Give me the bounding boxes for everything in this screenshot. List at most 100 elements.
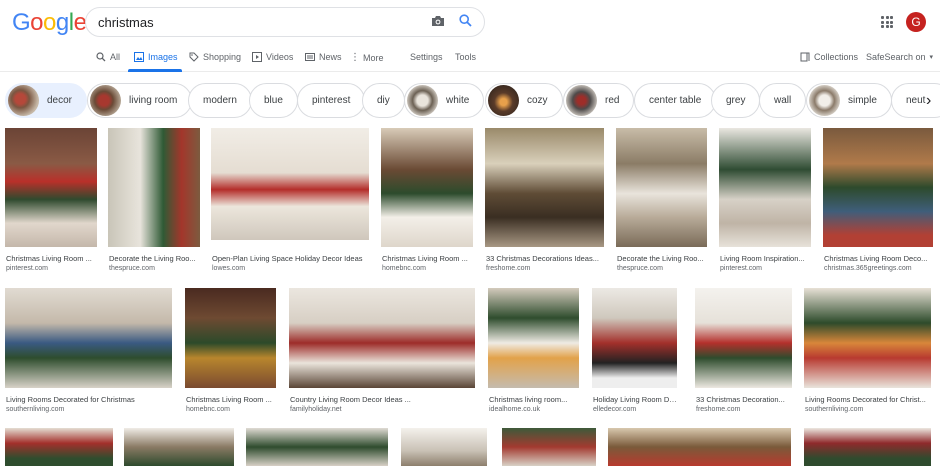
result-title[interactable]: Decorate the Living Roo... (617, 254, 708, 263)
avatar[interactable]: G (906, 12, 926, 32)
result-source[interactable]: southernliving.com (805, 406, 863, 413)
image-result[interactable]: 33 Christmas Decoration... freshome.com (695, 288, 792, 418)
result-source[interactable]: thespruce.com (109, 265, 155, 272)
image-result[interactable]: Living Rooms Decorated for Christ... sou… (804, 288, 931, 418)
result-thumbnail[interactable] (5, 128, 97, 247)
result-thumbnail[interactable] (246, 428, 388, 466)
result-thumbnail[interactable] (695, 288, 792, 388)
result-thumbnail[interactable] (124, 428, 234, 466)
image-result[interactable]: Country Living Room Decor Ideas ... fami… (289, 288, 475, 418)
result-thumbnail[interactable] (5, 428, 113, 466)
chip-wall[interactable]: wall (759, 83, 807, 118)
result-source[interactable]: pinterest.com (6, 265, 48, 272)
result-source[interactable]: christmas.365greetings.com (824, 265, 912, 272)
search-box[interactable] (85, 7, 485, 37)
result-title[interactable]: Living Room Inspiration... (720, 254, 812, 263)
result-source[interactable]: freshome.com (486, 265, 530, 272)
chip-decor[interactable]: decor (5, 83, 88, 118)
chip-cozy[interactable]: cozy (485, 83, 563, 118)
chip-blue[interactable]: blue (249, 83, 298, 118)
chip-pinterest[interactable]: pinterest (297, 83, 366, 118)
result-thumbnail[interactable] (823, 128, 933, 247)
result-source[interactable]: homebnc.com (382, 265, 426, 272)
image-result[interactable]: Decorate the Living Roo... thespruce.com (108, 128, 200, 273)
result-title[interactable]: Christmas living room... (489, 395, 580, 404)
result-thumbnail[interactable] (5, 288, 172, 388)
image-result[interactable]: Decorate the Living Roo... thespruce.com (616, 128, 707, 273)
result-thumbnail[interactable] (211, 128, 369, 240)
result-source[interactable]: idealhome.co.uk (489, 406, 540, 413)
image-result[interactable]: Christmas Living Room Deco... christmas.… (823, 128, 933, 273)
tab-label: Images (148, 52, 178, 62)
result-source[interactable]: thespruce.com (617, 265, 663, 272)
search-icon[interactable] (459, 14, 472, 32)
result-thumbnail[interactable] (804, 428, 931, 466)
result-title[interactable]: 33 Christmas Decorations Ideas... (486, 254, 605, 263)
result-source[interactable]: familyholiday.net (290, 406, 342, 413)
result-title[interactable]: Holiday Living Room De... (593, 395, 678, 404)
result-title[interactable]: Decorate the Living Roo... (109, 254, 201, 263)
image-result[interactable]: Open-Plan Living Space Holiday Decor Ide… (211, 128, 369, 273)
collections-link[interactable]: Collections (800, 52, 858, 62)
image-result[interactable]: Living Rooms Decorated for Christmas sou… (5, 288, 172, 418)
tab-settings[interactable]: Settings (410, 52, 443, 62)
result-title[interactable]: Open-Plan Living Space Holiday Decor Ide… (212, 254, 370, 263)
result-thumbnail[interactable] (485, 128, 604, 247)
result-thumbnail[interactable] (608, 428, 791, 466)
result-source[interactable]: lowes.com (212, 265, 245, 272)
result-source[interactable]: elledecor.com (593, 406, 636, 413)
tab-more[interactable]: ⋮ More (350, 52, 384, 63)
google-logo[interactable]: Google (12, 9, 87, 36)
result-thumbnail[interactable] (488, 288, 579, 388)
chip-thumbnail (488, 85, 519, 116)
result-thumbnail[interactable] (289, 288, 475, 388)
camera-icon[interactable] (431, 14, 445, 32)
safesearch-toggle[interactable]: SafeSearch on ▾ (866, 52, 933, 62)
chip-red[interactable]: red (563, 83, 635, 118)
result-source[interactable]: freshome.com (696, 406, 740, 413)
chip-simple[interactable]: simple (806, 83, 892, 118)
search-input[interactable] (98, 14, 418, 30)
result-title[interactable]: Country Living Room Decor Ideas ... (290, 395, 476, 404)
chip-white[interactable]: white (404, 83, 485, 118)
result-thumbnail[interactable] (108, 128, 200, 247)
result-thumbnail[interactable] (804, 288, 931, 388)
result-title[interactable]: 33 Christmas Decoration... (696, 395, 793, 404)
image-result[interactable]: Holiday Living Room De... elledecor.com (592, 288, 678, 418)
tab-videos[interactable]: Videos (252, 52, 293, 62)
result-source[interactable]: pinterest.com (720, 265, 762, 272)
chip-diy[interactable]: diy (362, 83, 405, 118)
result-title[interactable]: Christmas Living Room ... (186, 395, 277, 404)
result-thumbnail[interactable] (401, 428, 487, 466)
result-title[interactable]: Living Rooms Decorated for Christmas (6, 395, 173, 404)
result-source[interactable]: homebnc.com (186, 406, 230, 413)
result-thumbnail[interactable] (185, 288, 276, 388)
tab-all[interactable]: All (96, 52, 120, 62)
image-result[interactable]: Christmas Living Room ... homebnc.com (381, 128, 473, 273)
result-thumbnail[interactable] (592, 288, 677, 388)
result-title[interactable]: Christmas Living Room ... (6, 254, 98, 263)
apps-grid-icon[interactable] (881, 16, 893, 28)
result-source[interactable]: southernliving.com (6, 406, 64, 413)
tab-images[interactable]: Images (134, 52, 178, 62)
tab-tools[interactable]: Tools (455, 52, 476, 62)
chevron-right-icon[interactable]: › (926, 92, 940, 110)
result-thumbnail[interactable] (616, 128, 707, 247)
tab-shopping[interactable]: Shopping (189, 52, 241, 62)
chip-modern[interactable]: modern (188, 83, 252, 118)
image-result[interactable]: 33 Christmas Decorations Ideas... fresho… (485, 128, 604, 273)
result-title[interactable]: Christmas Living Room ... (382, 254, 474, 263)
result-thumbnail[interactable] (719, 128, 811, 247)
chip-center-table[interactable]: center table (634, 83, 717, 118)
result-title[interactable]: Living Rooms Decorated for Christ... (805, 395, 932, 404)
tab-news[interactable]: News (305, 52, 342, 62)
image-result[interactable]: Christmas Living Room ... pinterest.com (5, 128, 97, 273)
image-result[interactable]: Living Room Inspiration... pinterest.com (719, 128, 811, 273)
result-thumbnail[interactable] (502, 428, 596, 466)
chip-living-room[interactable]: living room (87, 83, 193, 118)
result-thumbnail[interactable] (381, 128, 473, 247)
image-result[interactable]: Christmas Living Room ... homebnc.com (185, 288, 276, 418)
result-title[interactable]: Christmas Living Room Deco... (824, 254, 934, 263)
image-result[interactable]: Christmas living room... idealhome.co.uk (488, 288, 579, 418)
chip-grey[interactable]: grey (711, 83, 761, 118)
